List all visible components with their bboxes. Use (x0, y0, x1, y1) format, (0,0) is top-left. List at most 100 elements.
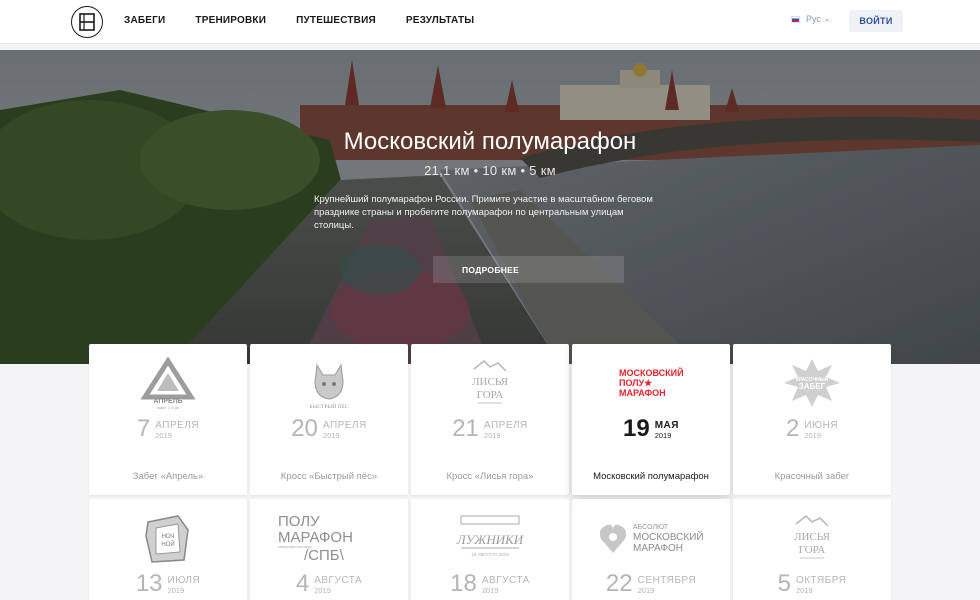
event-year: 2019 (155, 431, 172, 440)
bystry-pes-logo: БЫСТРЫЙ ПЁС (250, 354, 408, 412)
more-button[interactable]: ПОДРОБНЕЕ (433, 256, 624, 283)
hero-description: Крупнейший полумарафон России. Примите у… (314, 194, 653, 231)
event-year: 2019 (167, 586, 185, 595)
event-date: 7 АПРЕЛЯ 2019 (89, 416, 247, 442)
event-date: 2 ИЮНЯ 2019 (733, 416, 891, 442)
language-label: Рус (806, 14, 821, 24)
event-card[interactable]: БЫСТРЫЙ ПЁС 20 АПРЕЛЯ 2019 Кросс «Быстры… (250, 344, 408, 495)
event-month: МАЯ (654, 420, 679, 431)
svg-text:НОЙ: НОЙ (161, 540, 174, 548)
event-day: 21 (452, 415, 479, 442)
site-logo[interactable] (70, 5, 104, 39)
chevron-down-icon: ⌄ (823, 16, 830, 23)
event-month: ИЮЛЯ (167, 575, 201, 586)
event-year: 2019 (654, 431, 672, 440)
event-day: 22 (605, 570, 633, 597)
event-card[interactable]: АБСОЛЮТ МОСКОВСКИЙ МАРАФОН 22 СЕНТЯБРЯ 2… (572, 499, 730, 600)
lisya-gora-logo: ЛИСЬЯ ГОРА (411, 354, 569, 412)
svg-text:АБСОЛЮТ: АБСОЛЮТ (633, 524, 669, 531)
svg-text:ЛИСЬЯ: ЛИСЬЯ (472, 376, 508, 388)
event-month: АПРЕЛЯ (155, 420, 200, 431)
event-day: 5 (777, 570, 791, 597)
event-month: АВГУСТА (481, 575, 530, 586)
svg-text:ГОРА: ГОРА (477, 389, 504, 401)
svg-text:АПРЕЛЬ: АПРЕЛЬ (153, 398, 182, 405)
event-year: 2019 (481, 586, 499, 595)
svg-text:ПОЛУ: ПОЛУ (278, 513, 320, 530)
event-year: 2019 (795, 586, 813, 595)
event-day: 4 (295, 570, 310, 597)
event-year: 2019 (322, 431, 340, 440)
event-month: СЕНТЯБРЯ (637, 575, 697, 586)
event-date: 18 АВГУСТА 2019 (411, 571, 569, 597)
svg-text:ЛИСЬЯ: ЛИСЬЯ (794, 531, 830, 543)
event-month: ИЮНЯ (804, 420, 839, 431)
absolute-marathon-logo: АБСОЛЮТ МОСКОВСКИЙ МАРАФОН (572, 509, 730, 567)
hero-title: Московский полумарафон (343, 128, 637, 155)
svg-text:/СПБ\: /СПБ\ (304, 547, 345, 564)
event-date: 20 АПРЕЛЯ 2019 (250, 416, 408, 442)
hero-distances: 21,1 км • 10 км • 5 км (424, 163, 556, 178)
nav-item-trainings[interactable]: ТРЕНИРОВКИ (195, 15, 266, 26)
moscow-halfmarathon-logo: МОСКОВСКИЙ ПОЛУ★ МАРАФОН (572, 362, 730, 408)
night-run-logo: НОЧ НОЙ (89, 509, 247, 567)
svg-text:БЫСТРЫЙ ПЁС: БЫСТРЫЙ ПЁС (309, 402, 349, 409)
event-card[interactable]: ЛУЖНИКИ 18 АВГУСТА 2019 18 АВГУСТА 2019 (411, 499, 569, 600)
svg-text:ГОРА: ГОРА (799, 544, 826, 556)
event-date: 22 СЕНТЯБРЯ 2019 (572, 571, 730, 597)
svg-text:забег 1 5 км: забег 1 5 км (157, 405, 180, 409)
event-card[interactable]: МОСКОВСКИЙ ПОЛУ★ МАРАФОН 19 МАЯ 2019 Мос… (572, 344, 730, 495)
event-day: 20 (291, 415, 318, 442)
site-header: ЗАБЕГИ ТРЕНИРОВКИ ПУТЕШЕСТВИЯ РЕЗУЛЬТАТЫ… (0, 0, 980, 44)
event-date: 19 МАЯ 2019 (572, 416, 730, 442)
event-month: АПРЕЛЯ (322, 420, 367, 431)
event-card[interactable]: АПРЕЛЬ забег 1 5 км 7 АПРЕЛЯ 2019 Забег … (89, 344, 247, 495)
event-day: 7 (136, 415, 151, 442)
svg-text:МОСКОВСКИЙ: МОСКОВСКИЙ (619, 367, 684, 378)
russian-flag-icon (791, 15, 800, 23)
event-day: 2 (785, 415, 800, 442)
event-name: Кросс «Лисья гора» (446, 471, 534, 482)
event-month: АПРЕЛЯ (483, 420, 528, 431)
event-month: ОКТЯБРЯ (795, 575, 847, 586)
language-selector[interactable]: Рус ⌄ (791, 14, 830, 24)
event-name: Забег «Апрель» (132, 471, 204, 482)
event-year: 2019 (804, 431, 821, 440)
event-date: 4 АВГУСТА 2019 (250, 571, 408, 597)
luzhniki-logo: ЛУЖНИКИ 18 АВГУСТА 2019 (411, 509, 569, 567)
svg-text:ЗАБЕГ: ЗАБЕГ (799, 382, 826, 391)
svg-text:ПОЛУ★: ПОЛУ★ (619, 378, 653, 388)
event-name: Красочный забег (774, 471, 850, 482)
hero-banner: Московский полумарафон 21,1 км • 10 км •… (0, 50, 980, 364)
event-name: Московский полумарафон (593, 471, 709, 482)
event-card[interactable]: ЛИСЬЯ ГОРА 5 ОКТЯБРЯ 2019 (733, 499, 891, 600)
event-date: 13 ИЮЛЯ 2019 (89, 571, 247, 597)
polumarafon-spb-logo: ПОЛУ МАРАФОН северная столица /СПБ\ (250, 509, 408, 567)
event-card[interactable]: НОЧ НОЙ 13 ИЮЛЯ 2019 (89, 499, 247, 600)
event-card[interactable]: ЛИСЬЯ ГОРА 21 АПРЕЛЯ 2019 Кросс «Лисья г… (411, 344, 569, 495)
event-year: 2019 (483, 431, 501, 440)
event-date: 21 АПРЕЛЯ 2019 (411, 416, 569, 442)
svg-text:МАРАФОН: МАРАФОН (619, 388, 666, 398)
svg-text:18 АВГУСТА 2019: 18 АВГУСТА 2019 (471, 552, 509, 557)
login-button[interactable]: ВОЙТИ (849, 10, 903, 32)
svg-text:МАРАФОН: МАРАФОН (633, 543, 683, 554)
event-day: 13 (135, 570, 163, 597)
svg-text:МОСКОВСКИЙ: МОСКОВСКИЙ (633, 530, 704, 543)
main-nav: ЗАБЕГИ ТРЕНИРОВКИ ПУТЕШЕСТВИЯ РЕЗУЛЬТАТЫ (124, 0, 504, 40)
nav-item-results[interactable]: РЕЗУЛЬТАТЫ (406, 15, 474, 26)
event-day: 18 (450, 570, 477, 597)
event-date: 5 ОКТЯБРЯ 2019 (733, 571, 891, 597)
event-card[interactable]: ПОЛУ МАРАФОН северная столица /СПБ\ 4 АВ… (250, 499, 408, 600)
aprel-logo: АПРЕЛЬ забег 1 5 км (89, 354, 247, 412)
event-name: Кросс «Быстрый пёс» (280, 471, 378, 482)
nav-item-races[interactable]: ЗАБЕГИ (124, 15, 165, 26)
event-year: 2019 (314, 586, 331, 595)
event-day: 19 (623, 415, 650, 442)
event-card[interactable]: КРАСОЧНЫЙ ЗАБЕГ 2 ИЮНЯ 2019 Красочный за… (733, 344, 891, 495)
event-year: 2019 (637, 586, 655, 595)
nav-item-travel[interactable]: ПУТЕШЕСТВИЯ (296, 15, 376, 26)
color-run-logo: КРАСОЧНЫЙ ЗАБЕГ (733, 354, 891, 412)
lisya-gora-logo: ЛИСЬЯ ГОРА (733, 509, 891, 567)
svg-text:НОЧ: НОЧ (162, 534, 175, 540)
